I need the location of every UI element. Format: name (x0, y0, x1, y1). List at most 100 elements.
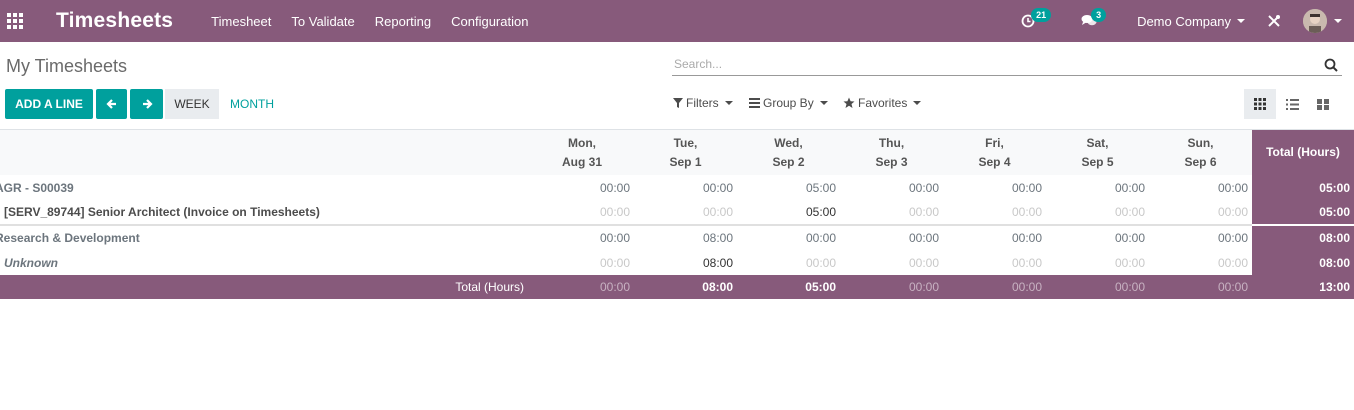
grid-view-button[interactable] (1244, 89, 1276, 119)
day-header: Sun, Sep 6 (1149, 130, 1252, 175)
footer-cell: 08:00 (634, 275, 737, 299)
grid-footer-row: Total (Hours) 00:00 08:00 05:00 00:00 00… (0, 275, 1354, 299)
grid-cell-input[interactable]: 00:00 (1149, 200, 1252, 225)
add-line-button[interactable]: ADD A LINE (5, 89, 93, 119)
grid-cell-input[interactable]: 00:00 (840, 200, 943, 225)
grid-cell: 00:00 (737, 224, 840, 250)
grid-cell-input[interactable]: 00:00 (1046, 250, 1149, 275)
grid-icon (1254, 98, 1266, 110)
chevron-down-icon (913, 101, 922, 105)
grid-header-row: Mon, Aug 31 Tue, Sep 1 Wed, Sep 2 Thu, Sep 3… (0, 130, 1354, 175)
timesheet-grid: Mon, Aug 31 Tue, Sep 1 Wed, Sep 2 Thu, Sep 3… (0, 130, 1354, 299)
search-icon[interactable] (1324, 58, 1338, 75)
group-by-dropdown[interactable]: Group By (749, 96, 828, 110)
day-date: Sep 2 (772, 154, 805, 169)
row-total: 05:00 (1252, 175, 1354, 200)
arrow-left-icon (105, 99, 116, 109)
grid-cell: 00:00 (908, 180, 939, 195)
control-panel: My Timesheets ADD A LINE WEEK MONTH Filt… (0, 42, 1354, 130)
favorites-dropdown[interactable]: Favorites (843, 96, 922, 110)
day-name: Sat, (1086, 135, 1109, 150)
search-bar[interactable] (672, 56, 1342, 76)
activity-count-badge: 21 (1031, 8, 1052, 22)
day-header: Wed, Sep 2 (737, 130, 840, 175)
grid-group-row: Research & Development 00:00 08:00 00:00… (0, 224, 1354, 250)
grid-cell: 00:00 (1114, 180, 1145, 195)
grid-cell: 00:00 (840, 224, 943, 250)
list-icon (1285, 98, 1299, 110)
systray: 21 3 Demo Company (1021, 0, 1354, 42)
next-week-button[interactable] (130, 89, 163, 119)
menu-reporting[interactable]: Reporting (375, 14, 431, 29)
menu-timesheet[interactable]: Timesheet (211, 14, 271, 29)
grid-cell: 00:00 (1011, 180, 1042, 195)
filters-dropdown[interactable]: Filters (673, 96, 733, 110)
kanban-view-button[interactable] (1307, 89, 1339, 119)
grid-cell-input[interactable]: 05:00 (737, 200, 840, 225)
day-name: Mon, (568, 135, 596, 150)
grid-cell-input[interactable]: 00:00 (530, 200, 634, 225)
chevron-down-icon (724, 101, 733, 105)
footer-cell: 00:00 (943, 275, 1046, 299)
grid-cell: 00:00 (702, 180, 733, 195)
footer-cell: 00:00 (1149, 275, 1252, 299)
filter-icon (673, 98, 683, 108)
grid-cell: 08:00 (634, 224, 737, 250)
grid-cell-input[interactable]: 00:00 (943, 200, 1046, 225)
day-header: Mon, Aug 31 (530, 130, 634, 175)
grid-header-label-column (0, 130, 530, 175)
week-range-button[interactable]: WEEK (165, 89, 219, 119)
grid-cell: 00:00 (1217, 180, 1248, 195)
chevron-down-icon (1237, 19, 1245, 23)
user-avatar[interactable] (1303, 9, 1327, 33)
list-view-button[interactable] (1276, 89, 1308, 119)
day-date: Sep 1 (669, 154, 702, 169)
messages-button[interactable]: 3 (1081, 8, 1107, 28)
grid-row: Unknown 00:00 08:00 00:00 00:00 00:00 00… (0, 250, 1354, 275)
day-name: Sun, (1187, 135, 1214, 150)
grid-cell-input[interactable]: 08:00 (634, 250, 737, 275)
grid-cell: 00:00 (943, 224, 1046, 250)
filters-label: Filters (686, 96, 719, 110)
user-menu-chevron-icon[interactable] (1334, 19, 1342, 23)
bars-icon (749, 98, 760, 108)
grid-cell-input[interactable]: 00:00 (530, 250, 634, 275)
month-range-button[interactable]: MONTH (222, 89, 282, 119)
debug-tools-icon[interactable] (1267, 14, 1281, 28)
grand-total: 13:00 (1252, 275, 1354, 299)
task-label: Unknown (4, 255, 58, 270)
grid-cell: 00:00 (1046, 224, 1149, 250)
search-input[interactable] (672, 57, 1312, 71)
previous-week-button[interactable] (96, 89, 127, 119)
day-date: Sep 6 (1184, 154, 1217, 169)
project-label: Research & Development (0, 224, 530, 250)
grid-cell-input[interactable]: 00:00 (634, 200, 737, 225)
menu-to-validate[interactable]: To Validate (291, 14, 354, 29)
day-name: Tue, (673, 135, 698, 150)
day-header: Tue, Sep 1 (634, 130, 737, 175)
day-name: Fri, (985, 135, 1004, 150)
grid-cell-input[interactable]: 00:00 (1149, 250, 1252, 275)
day-header: Sat, Sep 5 (1046, 130, 1149, 175)
company-switcher[interactable]: Demo Company (1137, 14, 1245, 29)
day-header: Thu, Sep 3 (840, 130, 943, 175)
apps-menu-icon[interactable] (0, 0, 30, 42)
chevron-down-icon (819, 101, 828, 105)
favorites-label: Favorites (858, 96, 908, 110)
group-by-label: Group By (763, 96, 814, 110)
activity-button[interactable]: 21 (1021, 8, 1052, 28)
day-name: Wed, (774, 135, 803, 150)
grid-cell-input[interactable]: 00:00 (1046, 200, 1149, 225)
grid-cell-input[interactable]: 00:00 (737, 250, 840, 275)
footer-total-label: Total (Hours) (0, 275, 530, 299)
footer-cell: 05:00 (737, 275, 840, 299)
task-label: [SERV_89744] Senior Architect (Invoice o… (4, 205, 320, 219)
grid-cell: 00:00 (599, 180, 630, 195)
grid-cell-input[interactable]: 00:00 (840, 250, 943, 275)
menu-configuration[interactable]: Configuration (451, 14, 528, 29)
grid-cell-input[interactable]: 00:00 (943, 250, 1046, 275)
company-name: Demo Company (1137, 13, 1231, 29)
app-title[interactable]: Timesheets (56, 9, 173, 33)
grid-row: [SERV_89744] Senior Architect (Invoice o… (0, 200, 1354, 225)
arrow-right-icon (142, 99, 153, 109)
